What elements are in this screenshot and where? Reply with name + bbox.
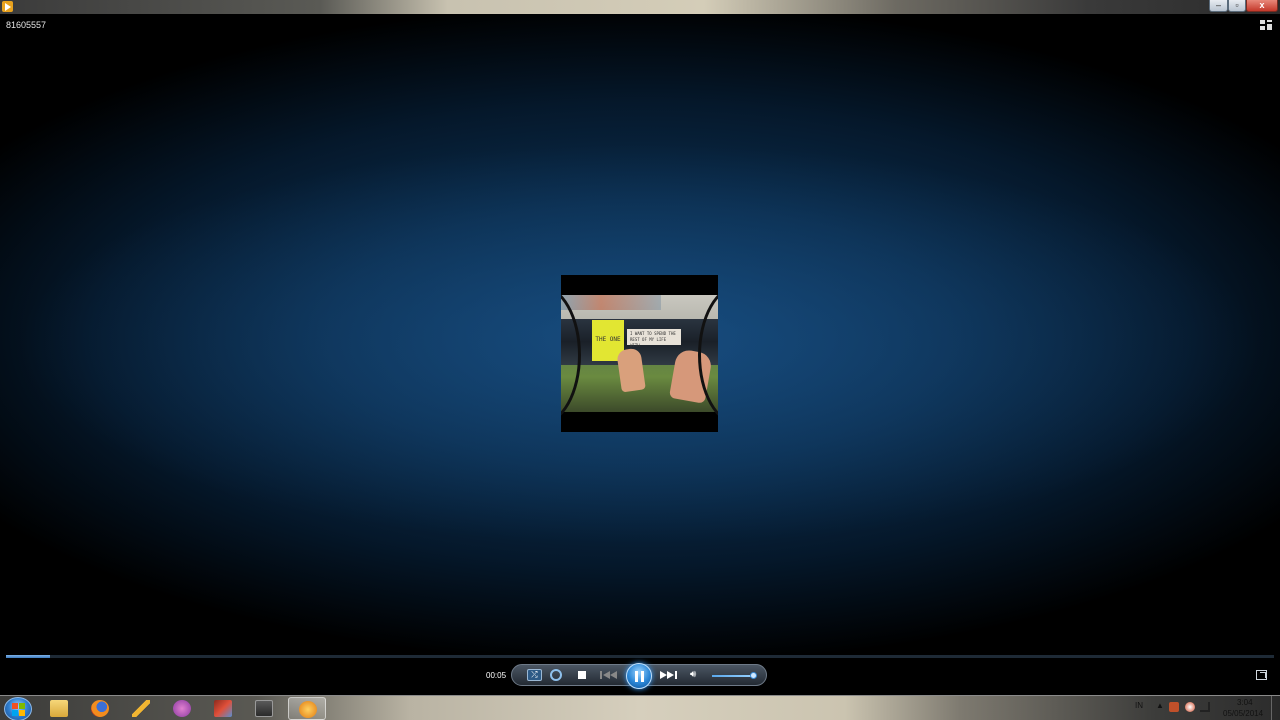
previous-button[interactable] xyxy=(600,671,620,679)
close-button[interactable]: x xyxy=(1246,0,1278,12)
media-icon xyxy=(255,700,273,717)
maximize-button[interactable]: ▫ xyxy=(1228,0,1246,12)
taskbar-item-app-3[interactable] xyxy=(122,697,160,720)
screen: – ▫ x 81605557 THE ONE I WANT TO SPEND T… xyxy=(0,0,1280,720)
tray-app-icon[interactable] xyxy=(1169,702,1179,712)
pen-icon xyxy=(132,700,150,717)
playback-controls: 00:05 ⤮ 🔊︎ xyxy=(0,658,1280,695)
media-player-icon xyxy=(299,701,317,718)
mute-button[interactable]: 🔊︎ xyxy=(690,670,702,680)
network-icon[interactable] xyxy=(1200,702,1210,712)
language-indicator[interactable]: IN xyxy=(1135,701,1143,710)
volume-slider-thumb[interactable] xyxy=(750,672,757,679)
show-desktop-button[interactable] xyxy=(1271,696,1280,720)
taskbar-item-app-5[interactable] xyxy=(204,697,242,720)
elapsed-time: 00:05 xyxy=(486,671,507,680)
media-title: 81605557 xyxy=(6,20,47,30)
chat-icon xyxy=(173,700,191,717)
firefox-icon xyxy=(91,700,109,717)
stop-button[interactable] xyxy=(578,671,586,679)
now-playing-area[interactable]: 81605557 THE ONE I WANT TO SPEND THE RES… xyxy=(0,14,1280,658)
switch-to-library-button[interactable] xyxy=(1256,670,1267,680)
repeat-button[interactable] xyxy=(550,669,562,681)
paint-icon xyxy=(214,700,232,717)
clock-date[interactable]: 05/05/2014 xyxy=(1223,709,1263,718)
album-art-paper-note: I WANT TO SPEND THE REST OF MY LIFE WITH xyxy=(627,329,681,348)
media-player-icon xyxy=(2,1,13,12)
pause-button[interactable] xyxy=(626,663,652,689)
switch-to-library-icon[interactable] xyxy=(1260,20,1272,30)
taskbar-item-app-6[interactable] xyxy=(245,697,283,720)
tray-app-icon-2[interactable] xyxy=(1185,702,1195,712)
taskbar-item-media-player[interactable] xyxy=(288,697,326,720)
minimize-button[interactable]: – xyxy=(1209,0,1228,12)
taskbar: IN ▲ 3:04 05/05/2014 xyxy=(0,695,1280,720)
start-button[interactable] xyxy=(4,697,32,720)
shuffle-button[interactable]: ⤮ xyxy=(527,669,542,681)
taskbar-item-explorer[interactable] xyxy=(40,697,78,720)
title-bar[interactable]: – ▫ x xyxy=(0,0,1280,14)
album-art-background xyxy=(561,295,661,310)
taskbar-item-firefox[interactable] xyxy=(81,697,119,720)
show-hidden-icons-button[interactable]: ▲ xyxy=(1156,701,1164,710)
taskbar-item-app-4[interactable] xyxy=(163,697,201,720)
folder-icon xyxy=(50,700,68,717)
next-button[interactable] xyxy=(660,671,678,679)
album-art: THE ONE I WANT TO SPEND THE REST OF MY L… xyxy=(561,275,718,432)
clock-time[interactable]: 3:04 xyxy=(1237,698,1253,707)
